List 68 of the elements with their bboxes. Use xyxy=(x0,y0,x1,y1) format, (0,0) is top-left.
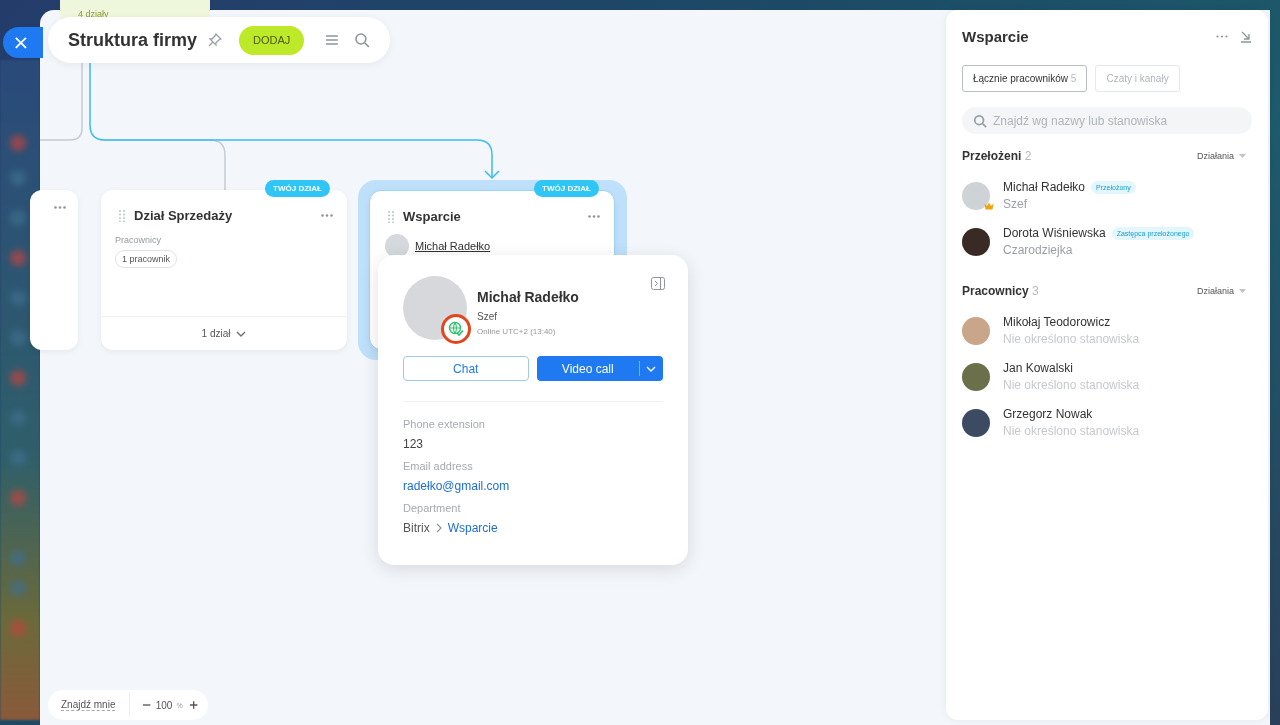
employee-position: Szef xyxy=(1003,197,1028,211)
employees-label: Pracownicy xyxy=(115,235,162,245)
subdepartment-count: 1 dział xyxy=(201,328,231,339)
page-title: Struktura firmy xyxy=(68,29,198,51)
employee-name: Grzegorz Nowak xyxy=(1003,407,1093,421)
employee-position: Nie określono stanowiska xyxy=(1003,332,1140,346)
department-count: 4 działy xyxy=(78,9,109,20)
side-panel-icon[interactable] xyxy=(651,277,665,290)
caret-icon[interactable] xyxy=(1239,154,1246,158)
department-title: Wsparcie xyxy=(403,209,462,224)
avatar-placeholder xyxy=(962,362,990,391)
employee-name: Jan Kowalski xyxy=(1003,361,1074,375)
avatar-placeholder xyxy=(385,234,409,258)
department-title: Dział Sprzedaży xyxy=(134,208,234,223)
panel-tab[interactable]: Łącznie pracowników 5 xyxy=(962,65,1088,92)
find-me-link[interactable]: Znajdź mnie xyxy=(61,699,116,711)
close-button[interactable]: × xyxy=(3,27,43,58)
search-field[interactable]: Znajdź wg nazwy lub stanowiska xyxy=(962,107,1252,134)
breadcrumb-item: Bitrix xyxy=(403,521,430,535)
email-link[interactable]: radełko@gmail.com xyxy=(403,479,663,493)
actions-dropdown[interactable]: Działania xyxy=(1196,286,1252,296)
avatar-placeholder xyxy=(962,227,990,256)
section-title: Przełożeni 2 xyxy=(962,149,1032,163)
card-footer[interactable]: 1 dział xyxy=(101,316,347,350)
zoom-in-icon[interactable] xyxy=(188,700,198,710)
menu-icon[interactable] xyxy=(324,33,341,47)
employee-position: Nie określono stanowiska xyxy=(1003,424,1140,438)
employee-link[interactable]: Michał Radełko xyxy=(415,240,491,252)
pin-icon[interactable] xyxy=(207,32,223,48)
caret-icon[interactable] xyxy=(646,365,656,372)
chat-button[interactable]: Chat xyxy=(403,356,529,381)
employee-name: Michał Radełko xyxy=(1003,180,1086,194)
employee-position: Szef xyxy=(477,311,498,322)
field-label: Email address xyxy=(403,460,474,472)
field-label: Department xyxy=(403,502,462,514)
caret-icon[interactable] xyxy=(1239,289,1246,293)
drag-handle-icon[interactable] xyxy=(119,209,125,222)
actions-dropdown[interactable]: Działania xyxy=(1196,151,1252,161)
department-badge: TWÓJ DZIAŁ xyxy=(534,180,599,197)
online-status: Online UTC+2 (13:40) xyxy=(477,327,557,336)
add-button[interactable]: DODAJ xyxy=(238,25,305,55)
search-icon xyxy=(973,114,987,128)
chevron-down-icon xyxy=(236,330,247,337)
employee-position: Nie określono stanowiska xyxy=(1003,378,1140,392)
collapse-icon[interactable] xyxy=(1240,30,1252,43)
employee-name: Michał Radełko xyxy=(477,289,579,305)
section-title: Pracownicy 3 xyxy=(962,284,1039,298)
field-value: 123 xyxy=(403,437,425,451)
employee-name: Dorota Wiśniewska xyxy=(1003,226,1106,240)
globe-check-icon xyxy=(448,321,464,337)
field-label: Phone extension xyxy=(403,418,486,430)
chevron-right-icon xyxy=(435,523,442,533)
more-icon[interactable] xyxy=(1216,35,1228,38)
department-link[interactable]: Wsparcie xyxy=(447,521,498,535)
drag-handle-icon[interactable] xyxy=(388,210,394,223)
more-icon[interactable] xyxy=(588,215,600,218)
more-icon[interactable] xyxy=(321,214,333,217)
department-card[interactable]: Dział Sprzedaży Pracownicy 1 pracownik 1 dział xyxy=(101,190,347,350)
search-icon[interactable] xyxy=(354,32,370,48)
avatar-placeholder xyxy=(962,316,990,345)
avatar-placeholder xyxy=(962,408,990,437)
employee-position: Czarodziejka xyxy=(1003,243,1074,257)
department-badge: TWÓJ DZIAŁ xyxy=(265,180,330,197)
panel-title: Wsparcie xyxy=(962,28,1030,45)
employee-name: Mikołaj Teodorowicz xyxy=(1003,315,1111,329)
video-call-button[interactable]: Video call xyxy=(536,356,663,381)
zoom-level: 100 xyxy=(155,699,173,711)
more-icon[interactable] xyxy=(54,206,66,209)
